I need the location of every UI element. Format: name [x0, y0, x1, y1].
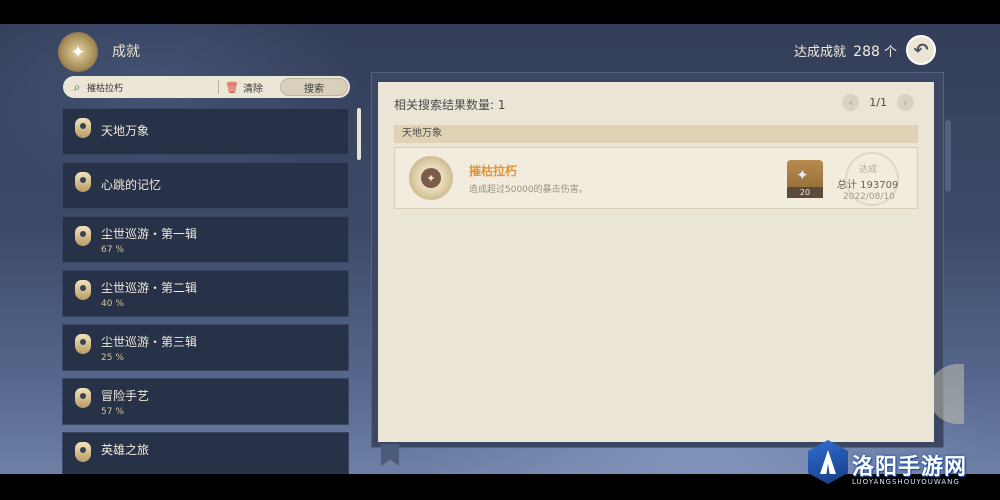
category-progress: 25 % [101, 353, 124, 363]
achieved-total-value: 总计 193709 [837, 180, 899, 191]
result-group-header: 天地万象 [394, 125, 918, 143]
category-badge-icon [73, 280, 93, 304]
category-badge-icon [73, 172, 93, 196]
result-count: 相关搜索结果数量: 1 [394, 98, 506, 112]
search-input[interactable] [87, 82, 217, 92]
page-indicator: 1/1 [869, 96, 887, 109]
category-item[interactable]: 英雄之旅 [62, 432, 349, 474]
category-name: 尘世巡游・第二辑 [101, 281, 198, 295]
achieved-total: 达成成就 288 个 [794, 41, 897, 60]
achievement-emblem-icon: ✦ [58, 32, 98, 72]
category-item[interactable]: 尘世巡游・第三辑 25 % [62, 324, 349, 371]
pager: ‹ 1/1 › [842, 94, 914, 111]
search-bar: ⌕ 🗑 清除 搜索 [63, 76, 350, 98]
letterbox-top [0, 0, 1000, 24]
achievement-badge-icon: ✦ [409, 156, 453, 200]
chevron-right-icon[interactable]: › [897, 94, 914, 111]
achievement-name: 摧枯拉朽 [469, 164, 518, 178]
trash-icon[interactable]: 🗑 [225, 81, 239, 94]
letterbox-bottom [0, 474, 1000, 500]
achieved-date: 2022/08/10 [843, 192, 895, 202]
primogem-icon: ✦ [796, 166, 809, 184]
category-name: 心跳的记忆 [101, 178, 162, 192]
chevron-left-icon[interactable]: ‹ [842, 94, 860, 111]
category-badge-icon [73, 118, 93, 142]
achievement-description: 造成超过50000的暴击伤害。 [469, 185, 588, 195]
category-name: 英雄之旅 [101, 443, 150, 457]
category-badge-icon [73, 334, 93, 358]
clear-button[interactable]: 清除 [243, 80, 273, 95]
category-name: 尘世巡游・第三辑 [101, 335, 198, 349]
category-badge-icon [73, 388, 93, 412]
watermark-subtext: LUOYANGSHOUYOUWANG [852, 478, 960, 486]
category-badge-icon [73, 442, 93, 466]
watermark-text: 洛阳手游网 [852, 455, 968, 480]
category-name: 天地万象 [101, 124, 150, 138]
back-button[interactable]: ↶ [906, 35, 936, 65]
category-progress: 40 % [101, 299, 124, 309]
reward-item: ✦ 20 [787, 160, 823, 198]
achieved-unit: 个 [884, 45, 898, 60]
search-icon: ⌕ [73, 79, 81, 94]
category-badge-icon [73, 226, 93, 250]
achievement-screen: ✦ 成就 达成成就 288 个 ↶ ⌕ 🗑 清除 搜索 天地万象 心跳的记忆 尘… [0, 24, 1000, 474]
achieved-count: 288 [853, 44, 880, 60]
category-item[interactable]: 尘世巡游・第一辑 67 % [62, 216, 349, 263]
back-arrow-icon: ↶ [913, 39, 929, 61]
achievement-result-card[interactable]: ✦ 摧枯拉朽 造成超过50000的暴击伤害。 ✦ 20 达成 总计 193709… [394, 147, 918, 209]
category-item[interactable]: 尘世巡游・第二辑 40 % [62, 270, 349, 317]
reward-count: 20 [787, 187, 823, 198]
panel-scrollbar[interactable] [945, 120, 951, 192]
results-panel: 相关搜索结果数量: 1 ‹ 1/1 › 天地万象 ✦ 摧枯拉朽 造成超过5000… [378, 82, 934, 442]
category-progress: 67 % [101, 245, 124, 255]
divider [218, 80, 219, 94]
category-list: 天地万象 心跳的记忆 尘世巡游・第一辑 67 % 尘世巡游・第二辑 40 % 尘… [62, 108, 352, 474]
achieved-status: 达成 [858, 165, 877, 175]
bookmark-ribbon [381, 444, 399, 466]
category-item[interactable]: 冒险手艺 57 % [62, 378, 349, 425]
category-item[interactable]: 天地万象 [62, 108, 349, 155]
category-name: 冒险手艺 [101, 389, 150, 403]
category-progress: 57 % [101, 407, 124, 417]
achieved-stamp: 达成 总计 193709 2022/08/10 [837, 152, 909, 206]
category-name: 尘世巡游・第一辑 [101, 227, 198, 241]
page-title: 成就 [112, 44, 140, 60]
category-item[interactable]: 心跳的记忆 [62, 162, 349, 209]
category-scrollbar[interactable] [357, 108, 361, 160]
search-button[interactable]: 搜索 [280, 78, 348, 96]
achieved-label: 达成成就 [794, 45, 847, 60]
